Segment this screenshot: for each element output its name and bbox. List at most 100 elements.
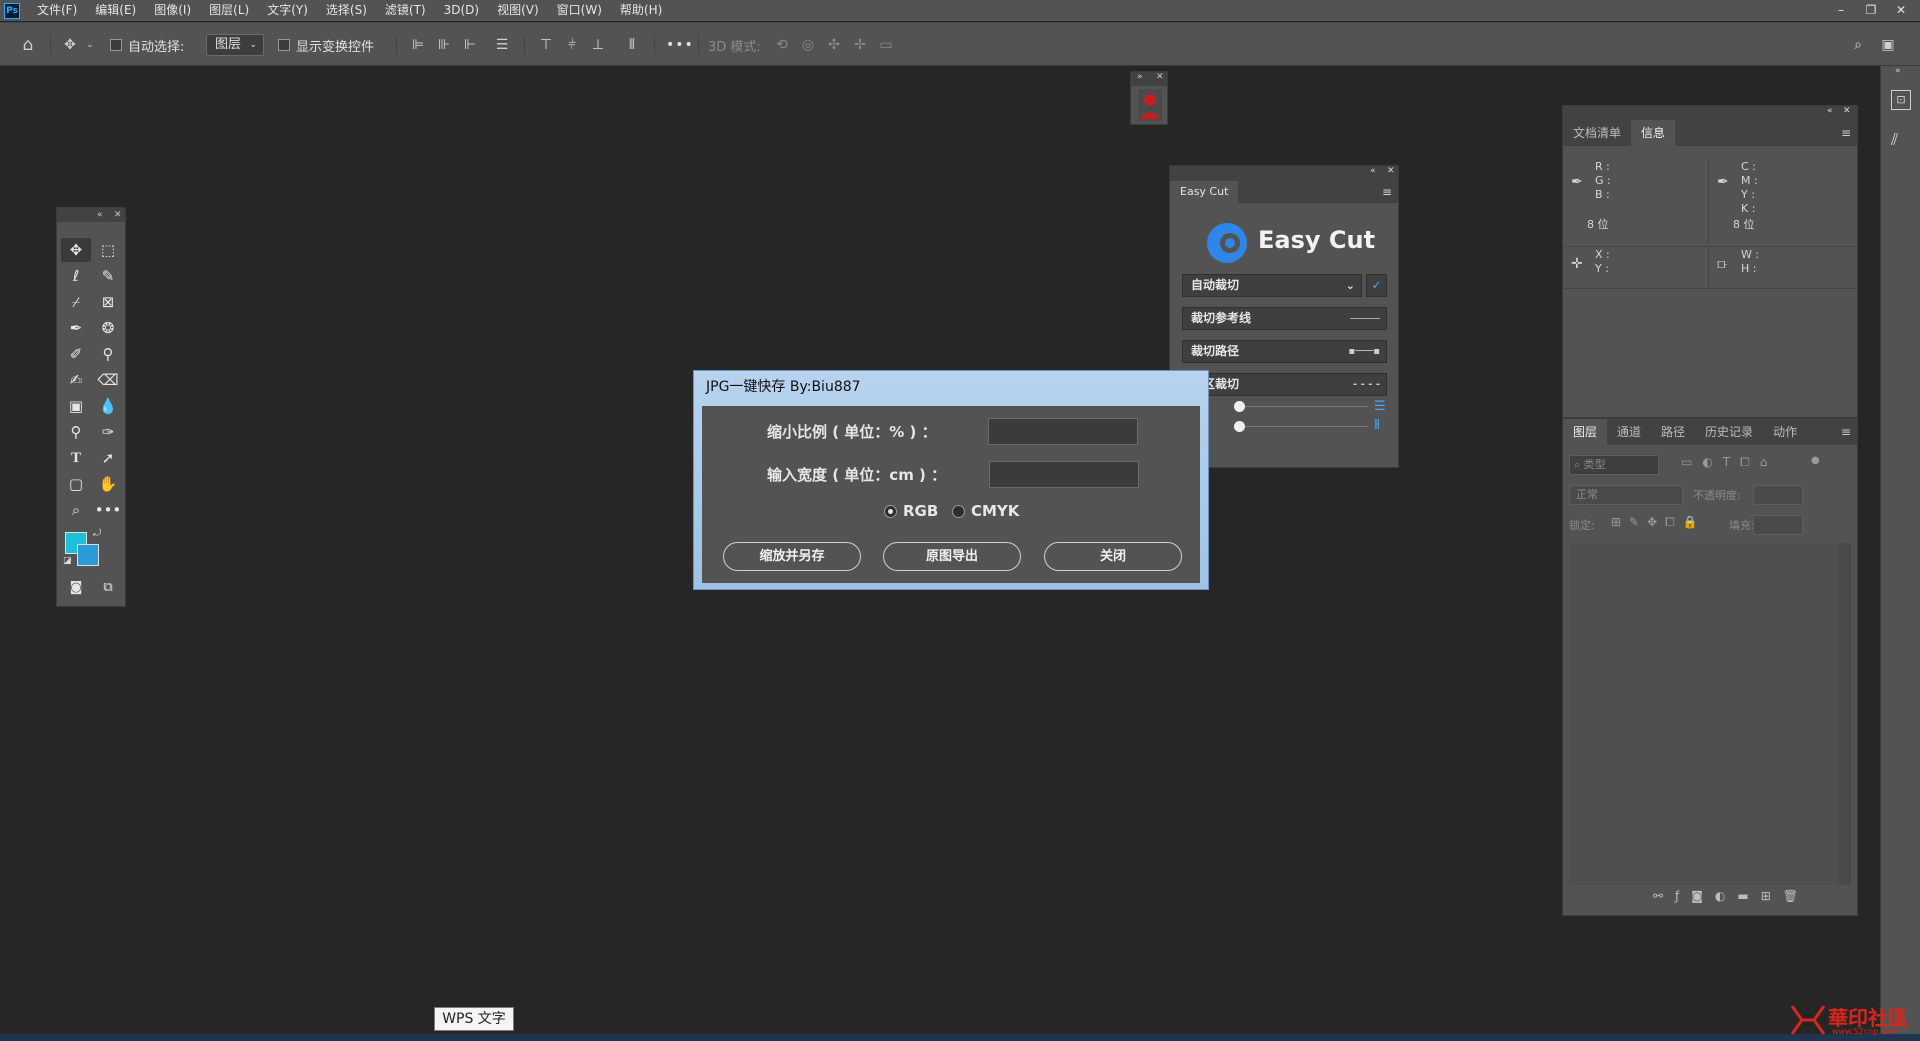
slider-track-1[interactable] bbox=[1238, 406, 1368, 407]
distribute-vertical-icon[interactable]: ☰ bbox=[492, 35, 512, 55]
horizontal-lines-icon[interactable]: ☰ bbox=[1374, 399, 1386, 414]
easy-cut-panel-header[interactable]: « ✕ bbox=[1170, 166, 1398, 181]
properties-panel-icon[interactable]: ⊡ bbox=[1891, 90, 1911, 110]
panel-menu-icon[interactable]: ≡ bbox=[1382, 181, 1392, 203]
checkmark-icon[interactable]: ✓ bbox=[1366, 274, 1387, 297]
menu-view[interactable]: 视图(V) bbox=[488, 0, 548, 21]
default-colors-icon[interactable]: ◪ bbox=[63, 556, 72, 566]
expand-icon[interactable]: » bbox=[1137, 72, 1143, 82]
layer-list-scrollbar[interactable] bbox=[1839, 543, 1851, 885]
align-bottom-icon[interactable]: ⊥ bbox=[588, 35, 608, 55]
menu-file[interactable]: 文件(F) bbox=[28, 0, 86, 21]
tab-easy-cut[interactable]: Easy Cut bbox=[1170, 181, 1239, 203]
close-icon[interactable]: ✕ bbox=[1156, 72, 1164, 82]
menu-image[interactable]: 图像(I) bbox=[145, 0, 200, 21]
3d-roll-icon[interactable]: ◎ bbox=[798, 35, 818, 55]
blend-mode-select[interactable]: 正常 bbox=[1569, 485, 1683, 505]
swap-colors-icon[interactable]: ⤾ bbox=[93, 528, 101, 539]
gradient-tool[interactable]: ▣ bbox=[61, 394, 91, 418]
cut-path-button[interactable]: 裁切路径 ▪───▪ bbox=[1182, 340, 1387, 363]
close-icon[interactable]: ✕ bbox=[1387, 166, 1395, 176]
scale-ratio-input[interactable] bbox=[988, 418, 1138, 445]
menu-3d[interactable]: 3D(D) bbox=[435, 0, 488, 21]
move-tool-icon[interactable]: ✥ bbox=[60, 35, 80, 55]
scale-and-save-as-button[interactable]: 缩放并另存 bbox=[723, 542, 861, 571]
slider-handle-2[interactable] bbox=[1234, 421, 1245, 432]
collapse-icon[interactable]: « bbox=[1895, 66, 1901, 76]
marquee-tool[interactable]: ⬚ bbox=[93, 238, 123, 262]
crop-tool[interactable]: ⌿ bbox=[61, 290, 91, 314]
hand-tool[interactable]: ✋ bbox=[93, 472, 123, 496]
slider-track-2[interactable] bbox=[1238, 426, 1368, 427]
layer-list[interactable] bbox=[1569, 543, 1843, 885]
panel-menu-icon[interactable]: ≡ bbox=[1841, 120, 1851, 146]
panel-menu-icon[interactable]: ≡ bbox=[1841, 419, 1851, 445]
shape-tool[interactable]: ▢ bbox=[61, 472, 91, 496]
opacity-input[interactable] bbox=[1753, 485, 1803, 505]
tools-panel-header[interactable]: « ✕ bbox=[57, 208, 125, 222]
more-options-button[interactable]: ••• bbox=[666, 23, 694, 67]
dodge-tool[interactable]: ⚲ bbox=[61, 420, 91, 444]
selection-cut-button[interactable]: 选区裁切 - - - - bbox=[1182, 373, 1387, 396]
menu-filter[interactable]: 滤镜(T) bbox=[376, 0, 435, 21]
type-tool[interactable]: T bbox=[61, 446, 91, 470]
collapse-icon[interactable]: « bbox=[1370, 166, 1376, 176]
eyedropper-tool[interactable]: ✒ bbox=[61, 316, 91, 340]
tab-history[interactable]: 历史记录 bbox=[1695, 419, 1763, 445]
dialog-title[interactable]: JPG一键快存 By:Biu887 bbox=[706, 371, 861, 403]
quick-mask-icon[interactable]: ◙ bbox=[61, 576, 91, 600]
menu-help[interactable]: 帮助(H) bbox=[611, 0, 671, 21]
move-tool[interactable]: ✥ bbox=[61, 238, 91, 262]
show-transform-checkbox[interactable]: 显示变换控件 bbox=[278, 23, 374, 67]
3d-camera-icon[interactable]: ▭ bbox=[876, 35, 896, 55]
tab-layers[interactable]: 图层 bbox=[1563, 419, 1608, 445]
filter-icons[interactable]: ▭◐T⧠⌂ bbox=[1681, 455, 1777, 470]
radio-cmyk[interactable]: CMYK bbox=[952, 502, 1019, 520]
tab-channels[interactable]: 通道 bbox=[1607, 419, 1651, 445]
align-right-icon[interactable]: ⊩ bbox=[460, 35, 480, 55]
portrait-panel-header[interactable]: » ✕ bbox=[1131, 72, 1167, 86]
close-icon[interactable]: ✕ bbox=[1843, 106, 1851, 116]
background-color-swatch[interactable] bbox=[77, 544, 99, 566]
close-icon[interactable]: ✕ bbox=[114, 208, 122, 222]
tab-actions[interactable]: 动作 bbox=[1763, 419, 1807, 445]
auto-select-checkbox[interactable]: 自动选择: bbox=[110, 23, 184, 67]
more-tools-icon[interactable]: ••• bbox=[93, 498, 123, 522]
checkbox-box[interactable] bbox=[110, 39, 122, 51]
tab-paths[interactable]: 路径 bbox=[1651, 419, 1695, 445]
menu-window[interactable]: 窗口(W) bbox=[548, 0, 611, 21]
frame-tool[interactable]: ⊠ bbox=[93, 290, 123, 314]
chevron-down-icon[interactable]: ⌄ bbox=[80, 35, 100, 55]
restore-button[interactable]: ❐ bbox=[1856, 0, 1886, 21]
filter-toggle-icon[interactable]: ● bbox=[1811, 455, 1820, 466]
close-dialog-button[interactable]: 关闭 bbox=[1044, 542, 1182, 571]
info-panel-header[interactable]: « ✕ bbox=[1563, 106, 1857, 120]
workspace-icon[interactable]: ▣ bbox=[1878, 35, 1898, 55]
align-center-h-icon[interactable]: ⊪ bbox=[434, 35, 454, 55]
lasso-tool[interactable]: ℓ bbox=[61, 264, 91, 288]
menu-layer[interactable]: 图层(L) bbox=[200, 0, 258, 21]
3d-slide-icon[interactable]: ✢ bbox=[850, 35, 870, 55]
minimize-button[interactable]: – bbox=[1826, 0, 1856, 21]
zoom-tool[interactable]: ⌕ bbox=[61, 498, 91, 522]
healing-tool[interactable]: ❂ bbox=[93, 316, 123, 340]
auto-cut-select[interactable]: 自动裁切 ⌄ bbox=[1182, 274, 1362, 297]
distribute-horizontal-icon[interactable]: ⫴ bbox=[622, 35, 642, 55]
3d-orbit-icon[interactable]: ⟲ bbox=[772, 35, 792, 55]
menu-edit[interactable]: 编辑(E) bbox=[86, 0, 145, 21]
eraser-tool[interactable]: ⌫ bbox=[93, 368, 123, 392]
tab-document-list[interactable]: 文档清单 bbox=[1563, 120, 1631, 146]
align-left-icon[interactable]: ⊫ bbox=[408, 35, 428, 55]
radio-rgb[interactable]: RGB bbox=[884, 502, 938, 520]
user-portrait-icon[interactable] bbox=[1138, 89, 1162, 121]
align-middle-v-icon[interactable]: ⫩ bbox=[562, 35, 582, 55]
lock-icons[interactable]: ⊞✎✥⧠🔒 bbox=[1611, 515, 1706, 530]
search-icon[interactable]: ⌕ bbox=[1848, 35, 1868, 55]
radio-dot[interactable] bbox=[884, 504, 897, 518]
layer-filter-select[interactable]: ⌕ 类型 bbox=[1569, 455, 1659, 475]
width-input[interactable] bbox=[989, 461, 1139, 488]
screen-mode-icon[interactable]: ⧉ bbox=[93, 576, 123, 600]
home-icon[interactable]: ⌂ bbox=[18, 35, 38, 55]
pen-tool[interactable]: ✑ bbox=[93, 420, 123, 444]
brush-settings-icon[interactable]: ⫽ bbox=[1891, 130, 1898, 150]
